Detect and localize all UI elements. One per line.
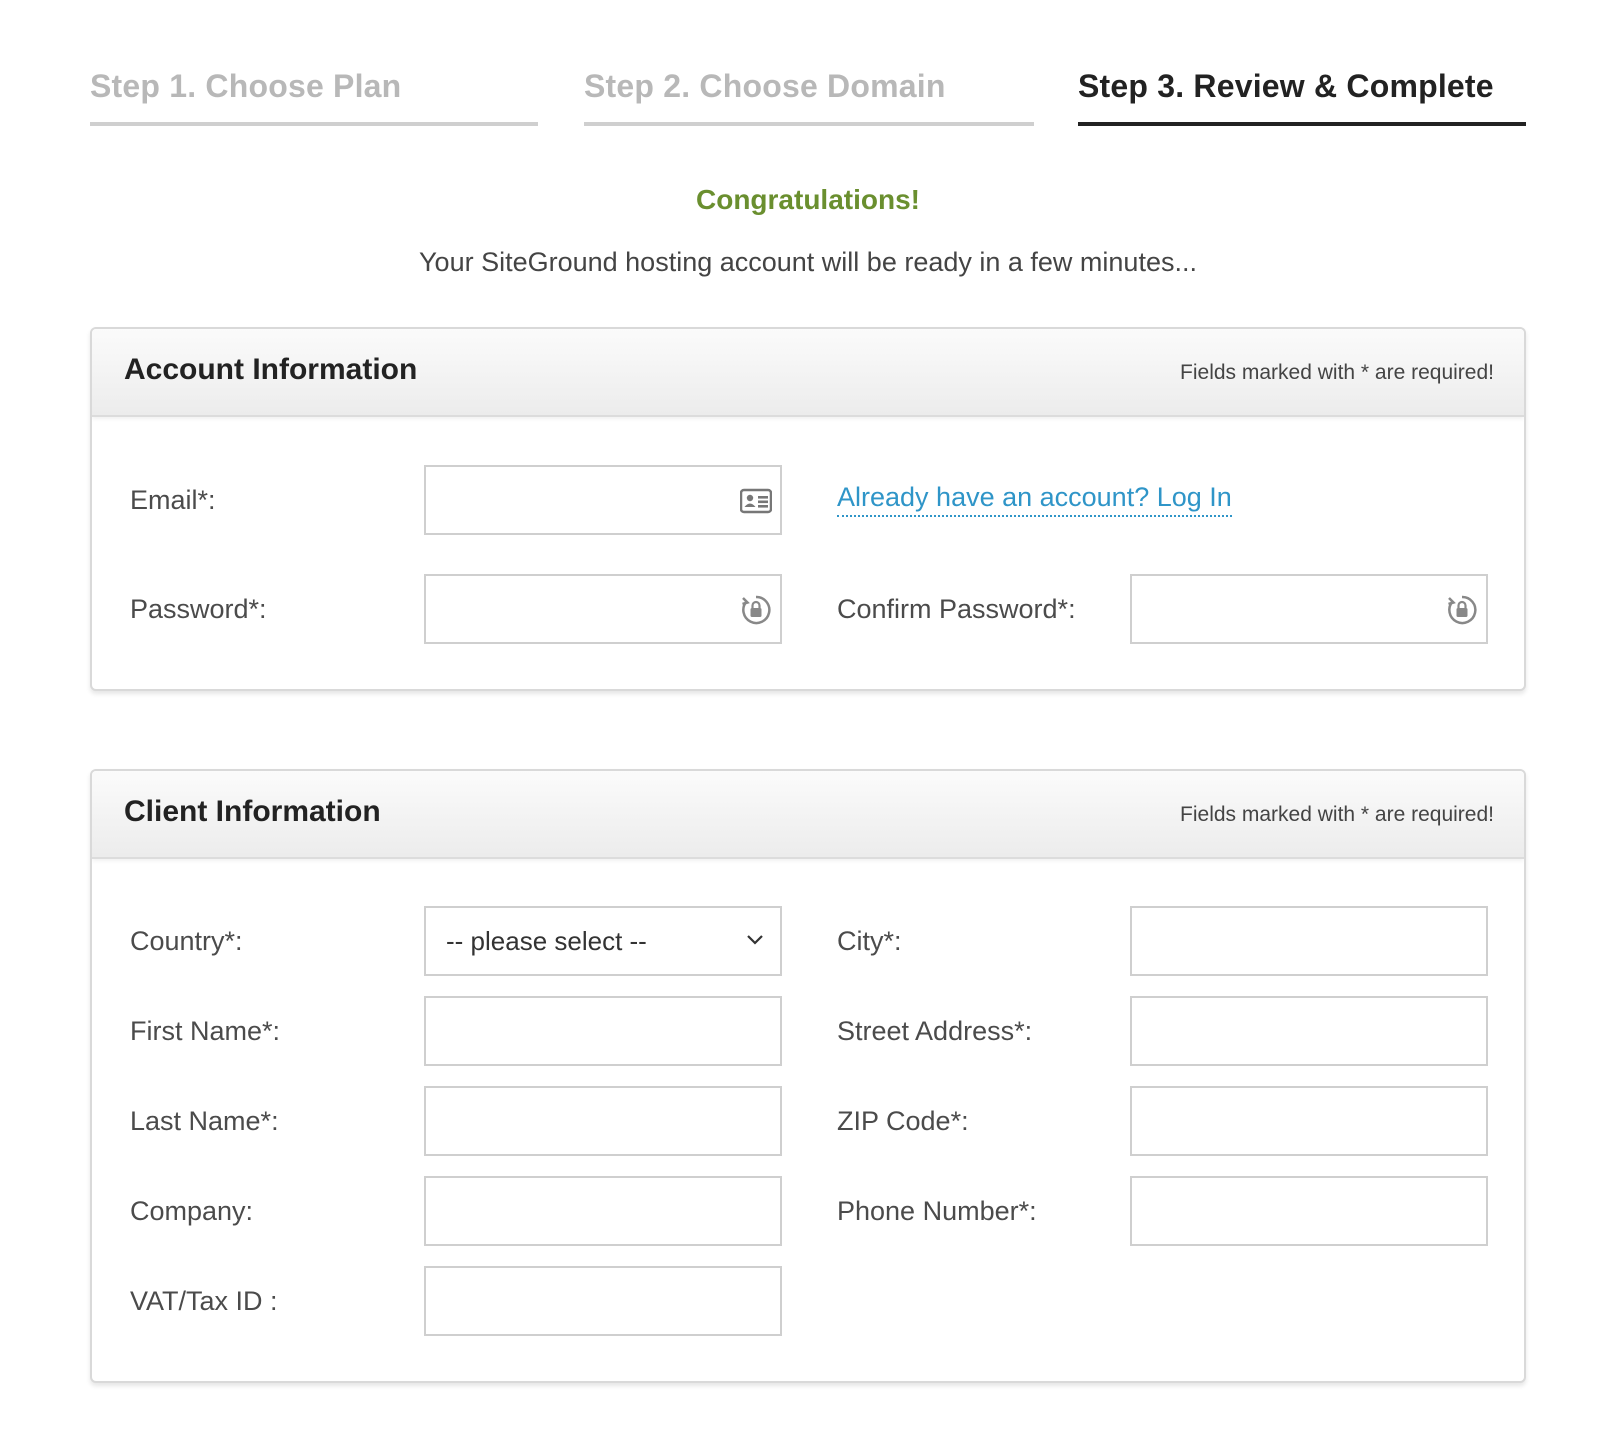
panel-title: Client Information <box>124 795 381 828</box>
step-label: Step 3. Review & Complete <box>1078 68 1494 104</box>
email-field[interactable] <box>424 465 782 535</box>
country-selected-value: -- please select -- <box>446 926 647 956</box>
step-label: Step 1. Choose Plan <box>90 68 402 104</box>
password-label: Password*: <box>130 594 267 624</box>
step-indicator <box>90 122 538 126</box>
phone-number-field[interactable] <box>1130 1176 1488 1246</box>
account-information-panel: Account Information Fields marked with *… <box>90 327 1526 691</box>
password-field[interactable] <box>424 574 782 644</box>
vat-tax-id-field[interactable] <box>424 1266 782 1336</box>
step-choose-domain[interactable]: Step 2. Choose Domain <box>584 62 1034 126</box>
last-name-field[interactable] <box>424 1086 782 1156</box>
required-note: Fields marked with * are required! <box>1180 361 1494 384</box>
city-label: City*: <box>837 926 902 956</box>
panel-header: Account Information Fields marked with *… <box>92 329 1524 417</box>
ready-message: Your SiteGround hosting account will be … <box>419 247 1197 277</box>
company-label: Company: <box>130 1196 254 1226</box>
chevron-down-icon <box>747 935 763 945</box>
confirm-password-label: Confirm Password*: <box>837 594 1076 624</box>
street-address-field[interactable] <box>1130 996 1488 1066</box>
step-indicator <box>1078 122 1526 126</box>
country-label: Country*: <box>130 926 243 956</box>
login-link[interactable]: Already have an account? Log In <box>837 479 1232 517</box>
lock-refresh-icon <box>1448 595 1477 625</box>
zip-code-label: ZIP Code*: <box>837 1106 969 1136</box>
confirm-password-field[interactable] <box>1130 574 1488 644</box>
step-choose-plan[interactable]: Step 1. Choose Plan <box>90 62 538 126</box>
panel-header: Client Information Fields marked with * … <box>92 771 1524 859</box>
first-name-label: First Name*: <box>130 1016 281 1046</box>
company-field[interactable] <box>424 1176 782 1246</box>
required-note: Fields marked with * are required! <box>1180 803 1494 826</box>
step-review-complete: Step 3. Review & Complete <box>1078 62 1526 126</box>
first-name-field[interactable] <box>424 996 782 1066</box>
panel-title: Account Information <box>124 353 418 386</box>
client-information-panel: Client Information Fields marked with * … <box>90 769 1526 1383</box>
city-field[interactable] <box>1130 906 1488 976</box>
checkout-steps: Step 1. Choose Plan Step 2. Choose Domai… <box>90 62 1526 126</box>
email-label: Email*: <box>130 485 216 515</box>
congratulations-heading: Congratulations! <box>696 184 920 215</box>
last-name-label: Last Name*: <box>130 1106 279 1136</box>
zip-code-field[interactable] <box>1130 1086 1488 1156</box>
step-label: Step 2. Choose Domain <box>584 68 946 104</box>
phone-number-label: Phone Number*: <box>837 1196 1037 1226</box>
vat-tax-id-label: VAT/Tax ID : <box>130 1286 278 1316</box>
contact-card-icon <box>740 488 772 514</box>
step-indicator <box>584 122 1034 126</box>
lock-refresh-icon <box>742 595 771 625</box>
country-select[interactable]: -- please select -- <box>424 906 782 976</box>
street-address-label: Street Address*: <box>837 1016 1033 1046</box>
